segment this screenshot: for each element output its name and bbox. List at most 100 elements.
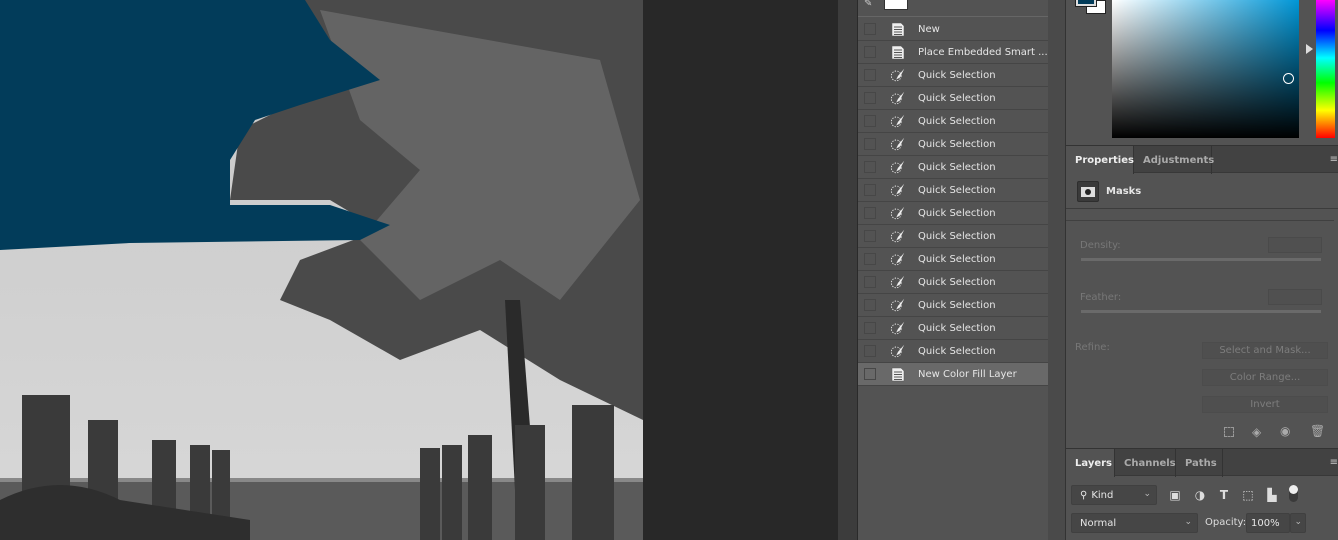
panel-menu-icon[interactable]: ≡ bbox=[1330, 154, 1338, 165]
quick-selection-icon bbox=[890, 90, 906, 106]
history-checkbox[interactable] bbox=[864, 368, 876, 380]
history-item[interactable]: Quick Selection bbox=[858, 317, 1048, 340]
history-item[interactable]: Quick Selection bbox=[858, 202, 1048, 225]
select-and-mask-button[interactable]: Select and Mask... bbox=[1202, 342, 1328, 359]
adjustment-layer-filter-icon[interactable]: ◑ bbox=[1193, 488, 1207, 502]
history-item[interactable]: Quick Selection bbox=[858, 87, 1048, 110]
opacity-input[interactable]: 100% bbox=[1246, 513, 1290, 533]
tab-channels[interactable]: Channels bbox=[1115, 449, 1176, 477]
tab-layers[interactable]: Layers bbox=[1066, 449, 1115, 477]
chevron-down-icon: ⌄ bbox=[1143, 489, 1151, 499]
quick-selection-icon bbox=[890, 67, 906, 83]
feather-slider[interactable] bbox=[1081, 310, 1321, 313]
history-item[interactable]: Quick Selection bbox=[858, 340, 1048, 363]
history-item-label: New Color Fill Layer bbox=[918, 368, 1017, 380]
history-item[interactable]: New bbox=[858, 18, 1048, 41]
color-picker-cursor[interactable] bbox=[1283, 73, 1294, 84]
masks-title: Masks bbox=[1106, 186, 1142, 197]
history-checkbox[interactable] bbox=[864, 299, 876, 311]
history-checkbox[interactable] bbox=[864, 253, 876, 265]
tab-paths[interactable]: Paths bbox=[1176, 449, 1223, 477]
history-item[interactable]: Quick Selection bbox=[858, 133, 1048, 156]
color-range-button[interactable]: Color Range... bbox=[1202, 369, 1328, 386]
history-item[interactable]: Quick Selection bbox=[858, 179, 1048, 202]
panel-menu-icon[interactable]: ≡ bbox=[1330, 457, 1338, 468]
hue-slider[interactable] bbox=[1316, 0, 1335, 138]
history-item-label: Quick Selection bbox=[918, 322, 996, 334]
chevron-down-icon: ⌄ bbox=[1294, 517, 1302, 527]
history-item-label: Quick Selection bbox=[918, 184, 996, 196]
history-item[interactable]: Place Embedded Smart ... bbox=[858, 41, 1048, 64]
history-item[interactable]: New Color Fill Layer bbox=[858, 363, 1048, 386]
hue-slider-handle[interactable] bbox=[1306, 44, 1313, 54]
color-field[interactable] bbox=[1112, 0, 1299, 138]
history-checkbox[interactable] bbox=[864, 23, 876, 35]
pixel-layer-filter-icon[interactable]: ▣ bbox=[1168, 488, 1182, 502]
invert-button[interactable]: Invert bbox=[1202, 396, 1328, 413]
history-checkbox[interactable] bbox=[864, 230, 876, 242]
history-checkbox[interactable] bbox=[864, 184, 876, 196]
right-panels: Properties Adjustments ≡ Masks Density: … bbox=[1066, 0, 1338, 540]
history-scrollbar[interactable] bbox=[1048, 0, 1066, 540]
foreground-color-swatch[interactable] bbox=[1075, 0, 1097, 7]
history-checkbox[interactable] bbox=[864, 115, 876, 127]
blend-mode-dropdown[interactable]: Normal ⌄ bbox=[1071, 513, 1198, 533]
history-checkbox[interactable] bbox=[864, 92, 876, 104]
history-item-label: Quick Selection bbox=[918, 230, 996, 242]
load-selection-icon[interactable] bbox=[1224, 427, 1234, 437]
history-brush-icon: ✎ bbox=[864, 0, 873, 9]
panel-dock-strip bbox=[838, 0, 858, 540]
history-item-label: Quick Selection bbox=[918, 253, 996, 265]
history-item-label: New bbox=[918, 23, 940, 35]
history-checkbox[interactable] bbox=[864, 207, 876, 219]
history-item-label: Quick Selection bbox=[918, 69, 996, 81]
layers-tabbar: Layers Channels Paths ≡ bbox=[1066, 448, 1338, 477]
quick-selection-icon bbox=[890, 136, 906, 152]
quick-selection-icon bbox=[890, 274, 906, 290]
density-label: Density: bbox=[1080, 240, 1121, 251]
quick-selection-icon bbox=[890, 182, 906, 198]
history-item[interactable]: Quick Selection bbox=[858, 271, 1048, 294]
document-canvas[interactable] bbox=[0, 0, 643, 540]
quick-selection-icon bbox=[890, 320, 906, 336]
quick-selection-icon bbox=[890, 228, 906, 244]
history-item-label: Quick Selection bbox=[918, 207, 996, 219]
tab-properties[interactable]: Properties bbox=[1066, 146, 1134, 174]
opacity-dropdown-button[interactable]: ⌄ bbox=[1290, 513, 1306, 533]
history-checkbox[interactable] bbox=[864, 46, 876, 58]
properties-tabbar: Properties Adjustments ≡ bbox=[1066, 145, 1338, 174]
feather-input[interactable] bbox=[1268, 289, 1322, 305]
history-snapshot-row[interactable]: ✎ bbox=[858, 0, 1048, 17]
smart-object-filter-icon[interactable]: ▙ bbox=[1265, 488, 1279, 502]
history-item-label: Quick Selection bbox=[918, 345, 996, 357]
history-checkbox[interactable] bbox=[864, 322, 876, 334]
history-item[interactable]: Quick Selection bbox=[858, 110, 1048, 133]
history-checkbox[interactable] bbox=[864, 161, 876, 173]
density-slider[interactable] bbox=[1081, 258, 1321, 261]
history-checkbox[interactable] bbox=[864, 138, 876, 150]
tab-adjustments[interactable]: Adjustments bbox=[1134, 146, 1214, 174]
history-checkbox[interactable] bbox=[864, 345, 876, 357]
history-item[interactable]: Quick Selection bbox=[858, 156, 1048, 179]
trash-icon[interactable]: 🗑 bbox=[1310, 424, 1325, 438]
mask-icon bbox=[1077, 181, 1099, 202]
visibility-eye-icon[interactable]: ◉ bbox=[1280, 424, 1290, 438]
shape-layer-filter-icon[interactable]: ⬚ bbox=[1241, 488, 1255, 502]
quick-selection-icon bbox=[890, 159, 906, 175]
history-item[interactable]: Quick Selection bbox=[858, 294, 1048, 317]
document-icon bbox=[890, 44, 906, 60]
history-checkbox[interactable] bbox=[864, 276, 876, 288]
density-input[interactable] bbox=[1268, 237, 1322, 253]
type-layer-filter-icon[interactable]: T bbox=[1217, 488, 1231, 502]
history-item[interactable]: Quick Selection bbox=[858, 248, 1048, 271]
feather-label: Feather: bbox=[1080, 292, 1122, 303]
history-item[interactable]: Quick Selection bbox=[858, 64, 1048, 87]
history-checkbox[interactable] bbox=[864, 69, 876, 81]
filter-toggle[interactable] bbox=[1289, 485, 1298, 502]
opacity-label: Opacity: bbox=[1205, 517, 1247, 528]
layer-filter-dropdown[interactable]: ⚲ Kind ⌄ bbox=[1071, 485, 1157, 505]
quick-selection-icon bbox=[890, 205, 906, 221]
apply-mask-icon[interactable]: ◈ bbox=[1252, 425, 1261, 439]
history-item[interactable]: Quick Selection bbox=[858, 225, 1048, 248]
quick-selection-icon bbox=[890, 113, 906, 129]
